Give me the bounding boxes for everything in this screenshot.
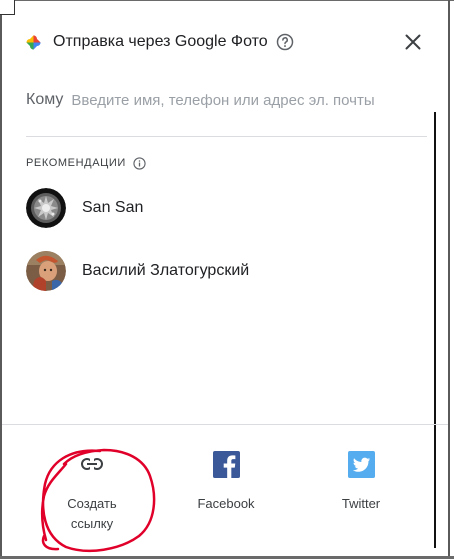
recommendations-label: РЕКОМЕНДАЦИИ [26, 157, 126, 169]
contact-name: Василий Златогурский [82, 262, 250, 279]
create-link-button[interactable]: Создать ссылку [37, 450, 147, 534]
avatar [26, 251, 66, 291]
twitter-button[interactable]: Twitter [306, 450, 416, 514]
to-label: Кому [26, 91, 64, 108]
twitter-icon [347, 450, 375, 478]
twitter-label: Twitter [341, 496, 381, 511]
facebook-button[interactable]: Facebook [171, 450, 281, 514]
recipient-input[interactable] [71, 91, 422, 109]
corner-box [0, 0, 15, 15]
facebook-label: Facebook [197, 496, 255, 511]
divider [26, 136, 427, 137]
contact-name: San San [82, 199, 144, 216]
facebook-icon [212, 450, 240, 478]
contact-item[interactable]: San San [26, 187, 406, 229]
link-icon [78, 450, 106, 478]
close-icon[interactable] [401, 30, 425, 54]
scrollbar[interactable] [434, 112, 436, 548]
recommendations-header: РЕКОМЕНДАЦИИ [26, 154, 146, 172]
recipient-row: Кому [26, 88, 426, 112]
google-photos-icon [24, 33, 42, 51]
create-link-label: Создать ссылку [67, 496, 117, 531]
dialog-title: Отправка через Google Фото [53, 33, 268, 50]
info-icon[interactable] [133, 156, 146, 170]
window-frame-top [0, 0, 454, 1]
contact-item[interactable]: Василий Златогурский [26, 250, 406, 292]
window-frame-right [448, 0, 450, 559]
avatar [26, 188, 66, 228]
window-frame-left [0, 0, 2, 559]
dialog-header: Отправка через Google Фото [24, 28, 424, 56]
divider [2, 424, 448, 425]
help-icon[interactable] [276, 33, 294, 51]
